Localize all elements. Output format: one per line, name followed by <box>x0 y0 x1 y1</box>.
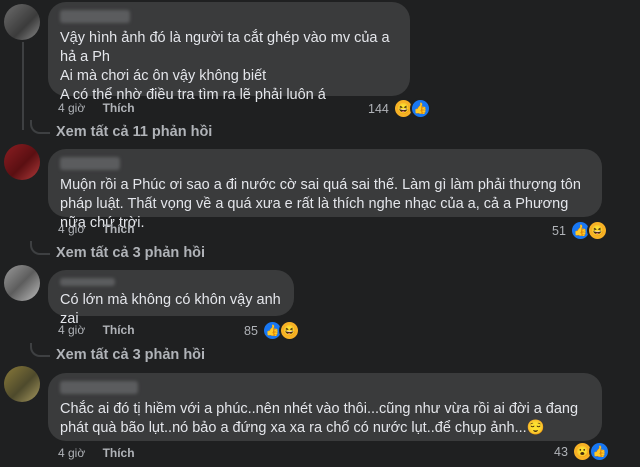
avatar[interactable] <box>4 144 40 180</box>
comment-time[interactable]: 4 giờ <box>58 101 85 115</box>
comment-time[interactable]: 4 giờ <box>58 446 85 460</box>
haha-icon: 😆 <box>278 320 300 341</box>
reply-connector <box>30 120 50 134</box>
avatar[interactable] <box>4 4 40 40</box>
comment-bubble: Muộn rồi a Phúc ơi sao a đi nước cờ sai … <box>48 149 602 231</box>
reaction-summary[interactable]: 144 😆 👍 <box>368 98 431 119</box>
comment-actions: 4 giờ Thích <box>58 323 149 337</box>
reaction-count: 85 <box>244 323 258 338</box>
like-button[interactable]: Thích <box>103 222 135 236</box>
comment-text: Vậy hình ảnh đó là người ta cắt ghép vào… <box>60 30 390 103</box>
haha-icon: 😆 <box>586 220 608 241</box>
comment-actions: 4 giờ Thích <box>58 446 149 460</box>
comment-text: Chắc ai đó tị hiềm với a phúc..nên nhét … <box>60 401 579 436</box>
comment-actions: 4 giờ Thích <box>58 222 149 236</box>
reaction-count: 144 <box>368 101 389 116</box>
view-replies-link[interactable]: Xem tất cả 11 phản hồi <box>30 120 212 140</box>
comment-bubble: Có lớn mà không có khôn vậy anh zai <box>48 270 294 327</box>
blurred-author-name[interactable] <box>60 157 120 170</box>
blurred-author-name[interactable] <box>60 381 138 394</box>
reaction-summary[interactable]: 85 👍 😆 <box>244 320 300 341</box>
view-replies-link[interactable]: Xem tất cả 3 phản hồi <box>30 241 205 261</box>
reply-connector <box>30 343 50 357</box>
comment-time[interactable]: 4 giờ <box>58 323 85 337</box>
thread-line <box>22 42 24 130</box>
avatar[interactable] <box>4 366 40 402</box>
comment-bubble: Vậy hình ảnh đó là người ta cắt ghép vào… <box>48 2 410 103</box>
like-icon: 👍 <box>409 98 431 119</box>
view-replies-link[interactable]: Xem tất cả 3 phản hồi <box>30 343 205 363</box>
reply-connector <box>30 241 50 255</box>
avatar[interactable] <box>4 265 40 301</box>
reaction-count: 43 <box>554 444 568 459</box>
like-button[interactable]: Thích <box>103 101 135 115</box>
reaction-summary[interactable]: 51 👍 😆 <box>552 220 608 241</box>
comment-time[interactable]: 4 giờ <box>58 222 85 236</box>
like-icon: 👍 <box>588 441 610 462</box>
blurred-author-name[interactable] <box>60 278 115 286</box>
reaction-summary[interactable]: 43 😮 👍 <box>554 441 610 462</box>
comment-actions: 4 giờ Thích <box>58 101 149 115</box>
like-button[interactable]: Thích <box>103 446 135 460</box>
reaction-count: 51 <box>552 223 566 238</box>
like-button[interactable]: Thích <box>103 323 135 337</box>
comment-bubble: Chắc ai đó tị hiềm với a phúc..nên nhét … <box>48 373 602 441</box>
blurred-author-name[interactable] <box>60 10 130 23</box>
